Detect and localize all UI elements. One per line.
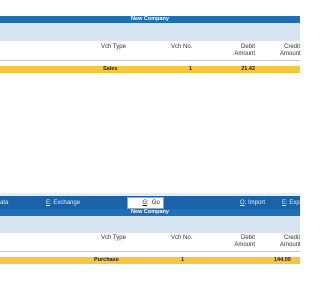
col-credit-amount: Amount [280, 51, 301, 57]
row-vch-no: 1 [189, 66, 193, 72]
row-vch-type-2: Purchase [94, 257, 119, 263]
report-subheader [0, 23, 300, 41]
header-divider [0, 60, 300, 61]
goto-button[interactable]: G: Go To [127, 197, 164, 216]
company-title: New Company [131, 16, 169, 22]
bottom-button-bar: ata E: Exchange G: Go To O: Import E: Ex… [0, 196, 300, 216]
import-key: O [240, 200, 245, 206]
col-debit: Debit [240, 44, 255, 50]
col-credit: Credit [284, 44, 301, 50]
row-vch-type: Sales [103, 66, 118, 72]
row-debit: 21.42 [241, 66, 255, 72]
col-credit-2: Credit [284, 235, 301, 241]
header-divider-2 [0, 251, 300, 252]
selected-voucher-row[interactable]: Sales 1 21.42 [0, 66, 300, 73]
col-vch-type-2: Vch Type [101, 235, 126, 241]
col-vch-type: Vch Type [101, 44, 126, 50]
col-debit-amount-2: Amount [234, 242, 255, 248]
report-subheader-2 [0, 216, 300, 233]
company-title-bar: New Company [0, 16, 300, 23]
company-title-2: New Company [131, 209, 169, 215]
col-vch-no-2: Vch No. [171, 235, 193, 241]
company-title-bar-2: New Company [0, 209, 300, 216]
exchange-button[interactable]: E: Exchange [46, 196, 80, 210]
export-button[interactable]: E: Exp [282, 196, 300, 210]
row-vch-no-2: 1 [181, 257, 185, 263]
import-button[interactable]: O: Import [240, 196, 265, 210]
export-key: E [282, 200, 287, 206]
col-debit-2: Debit [240, 235, 255, 241]
col-debit-amount: Amount [234, 51, 255, 57]
exchange-key: E [46, 200, 51, 206]
data-button[interactable]: ata [0, 196, 8, 210]
selected-voucher-row-2[interactable]: Purchase 1 144.00 [0, 257, 300, 264]
col-vch-no: Vch No. [171, 44, 193, 50]
goto-key: G [142, 200, 147, 206]
row-credit-2: 144.00 [274, 257, 291, 263]
col-credit-amount-2: Amount [280, 242, 301, 248]
